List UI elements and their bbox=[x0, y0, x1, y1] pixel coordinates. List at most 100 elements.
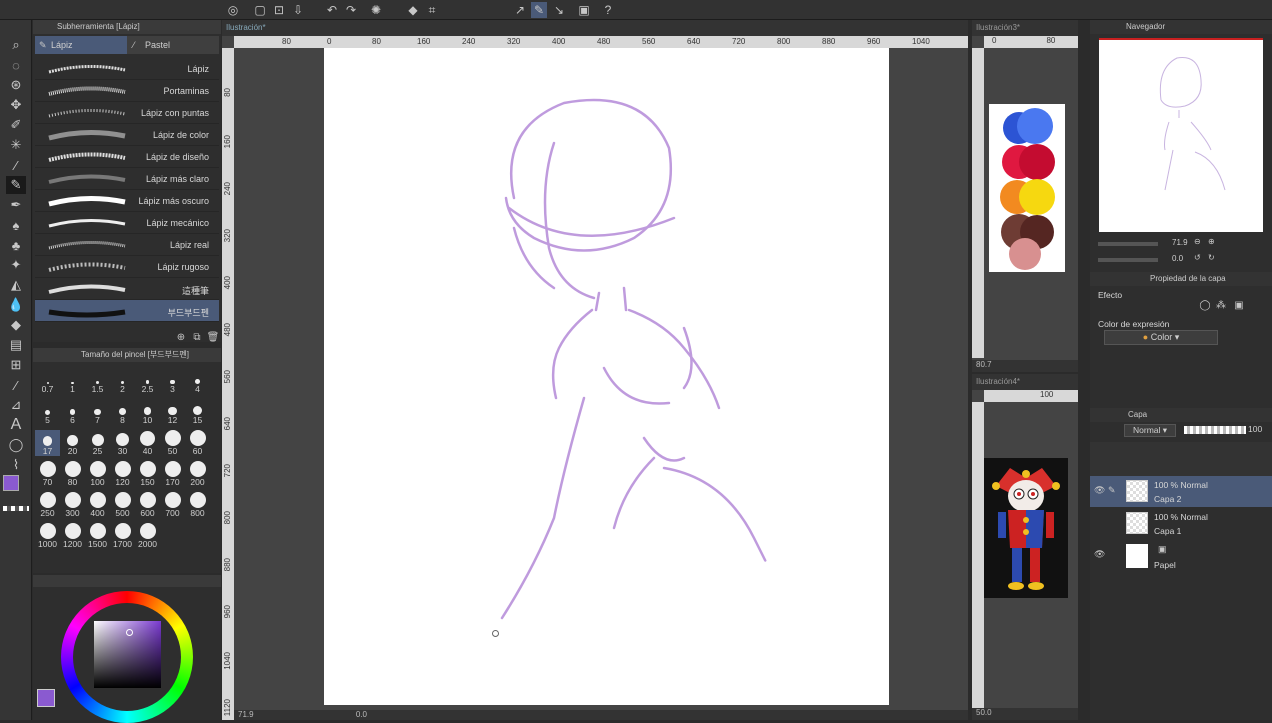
dropper-icon[interactable]: ⁄ bbox=[6, 156, 26, 174]
magic-wand-icon[interactable]: ✳ bbox=[6, 136, 26, 154]
brush-size-option[interactable]: 1500 bbox=[85, 523, 110, 549]
brush-item[interactable]: Lápiz más claro bbox=[35, 168, 219, 190]
tab-lapiz[interactable]: ✎ Lápiz bbox=[35, 36, 127, 54]
transparent-color[interactable] bbox=[3, 506, 29, 511]
delete-icon[interactable]: 🗑 bbox=[207, 332, 220, 343]
zoom-out-icon[interactable]: ⊖ bbox=[1194, 237, 1201, 246]
eyedropper-icon[interactable]: ⊛ bbox=[6, 76, 26, 94]
brush-size-option[interactable]: 50 bbox=[160, 430, 185, 456]
brush-size-option[interactable]: 17 bbox=[35, 430, 60, 456]
redo-icon[interactable]: ↷ bbox=[343, 2, 359, 18]
balloon-icon[interactable]: ◯ bbox=[6, 436, 26, 454]
brush-size-option[interactable]: 4 bbox=[185, 368, 210, 394]
eye-icon[interactable]: 👁 bbox=[1094, 549, 1105, 560]
brush-size-option[interactable]: 400 bbox=[85, 492, 110, 518]
layer-color-icon[interactable]: ▣ bbox=[1232, 300, 1246, 311]
brush-size-option[interactable]: 200 bbox=[185, 461, 210, 487]
brush-size-option[interactable]: 8 bbox=[110, 399, 135, 425]
brush-size-option[interactable]: 250 bbox=[35, 492, 60, 518]
tab-pastel[interactable]: ⁄ Pastel bbox=[129, 36, 219, 54]
brush-size-option[interactable]: 7 bbox=[85, 399, 110, 425]
brush-item[interactable]: Lápiz bbox=[35, 58, 219, 80]
brush-size-option[interactable]: 25 bbox=[85, 430, 110, 456]
brush-size-option[interactable]: 70 bbox=[35, 461, 60, 487]
gradient-icon[interactable]: ▤ bbox=[6, 336, 26, 354]
lasso-icon[interactable]: ◌ bbox=[6, 56, 26, 74]
brush-item[interactable]: Lápiz real bbox=[35, 234, 219, 256]
new-file-icon[interactable]: ▢ bbox=[252, 2, 268, 18]
brush-size-option[interactable]: 12 bbox=[160, 399, 185, 425]
brush-item[interactable]: Lápiz más oscuro bbox=[35, 190, 219, 212]
copy-icon[interactable]: ⧉ bbox=[191, 332, 203, 343]
vector-icon[interactable]: ⊿ bbox=[6, 396, 26, 414]
eraser-icon[interactable]: ◭ bbox=[6, 276, 26, 294]
decoration-icon[interactable]: ✦ bbox=[6, 256, 26, 274]
brush-size-option[interactable]: 1.5 bbox=[85, 368, 110, 394]
brush-size-option[interactable]: 1 bbox=[60, 368, 85, 394]
brush-size-option[interactable]: 10 bbox=[135, 399, 160, 425]
save-icon[interactable]: ⇩ bbox=[290, 2, 306, 18]
frame-icon[interactable]: ⊞ bbox=[6, 356, 26, 374]
brush-size-option[interactable]: 2000 bbox=[135, 523, 160, 549]
drawing-canvas[interactable] bbox=[324, 48, 889, 705]
brush-size-option[interactable]: 1700 bbox=[110, 523, 135, 549]
text-icon[interactable]: A bbox=[6, 416, 26, 434]
line-icon[interactable]: ∕ bbox=[6, 376, 26, 394]
layer-row[interactable]: 👁 ▣ Papel bbox=[1090, 540, 1272, 571]
brush-size-option[interactable]: 500 bbox=[110, 492, 135, 518]
pen-icon[interactable]: ✒ bbox=[6, 196, 26, 214]
brush-size-option[interactable]: 2.5 bbox=[135, 368, 160, 394]
zoom-icon[interactable]: ⌕ bbox=[6, 36, 26, 54]
main-color-swatch[interactable] bbox=[37, 689, 55, 707]
opacity-slider[interactable] bbox=[1184, 426, 1246, 434]
sub2-tab[interactable]: Ilustración4* bbox=[972, 374, 1078, 390]
brush-item[interactable]: Lápiz con puntas bbox=[35, 102, 219, 124]
brush-size-option[interactable]: 3 bbox=[160, 368, 185, 394]
rotate-right-icon[interactable]: ↻ bbox=[1208, 253, 1215, 262]
color-picker-cursor[interactable] bbox=[126, 629, 133, 636]
correct-line-icon[interactable]: ⌇ bbox=[6, 456, 26, 474]
transform-icon[interactable]: ⌗ bbox=[424, 2, 440, 18]
move-icon[interactable]: ✥ bbox=[6, 96, 26, 114]
brush-icon[interactable]: ♠ bbox=[6, 216, 26, 234]
fill-icon[interactable]: ◆ bbox=[405, 2, 421, 18]
zoom-in-icon[interactable]: ⊕ bbox=[1208, 237, 1215, 246]
brush-item[interactable]: Lápiz de diseño bbox=[35, 146, 219, 168]
border-effect-icon[interactable]: ◯ bbox=[1198, 300, 1212, 311]
pencil-icon[interactable]: ✎ bbox=[6, 176, 26, 194]
loading-icon[interactable]: ✺ bbox=[368, 2, 384, 18]
select-icon[interactable]: ↗ bbox=[512, 2, 528, 18]
undo-icon[interactable]: ↶ bbox=[324, 2, 340, 18]
operation-icon[interactable]: ✐ bbox=[6, 116, 26, 134]
brush-size-option[interactable]: 5 bbox=[35, 399, 60, 425]
zoom-slider[interactable] bbox=[1098, 242, 1158, 246]
open-icon[interactable]: ⊡ bbox=[271, 2, 287, 18]
sub1-tab[interactable]: Ilustración3* bbox=[972, 20, 1078, 36]
brush-size-option[interactable]: 20 bbox=[60, 430, 85, 456]
brush-item[interactable]: Lápiz de color bbox=[35, 124, 219, 146]
brush-size-option[interactable]: 2 bbox=[110, 368, 135, 394]
brush-item[interactable]: Portaminas bbox=[35, 80, 219, 102]
brush-size-option[interactable]: 1000 bbox=[35, 523, 60, 549]
brush-size-option[interactable]: 120 bbox=[110, 461, 135, 487]
blend-icon[interactable]: 💧 bbox=[6, 296, 26, 314]
navigator-preview[interactable] bbox=[1099, 38, 1263, 232]
layer-row[interactable]: 👁 ✎ 100 % Normal Capa 2 bbox=[1090, 476, 1272, 507]
brush-size-option[interactable]: 80 bbox=[60, 461, 85, 487]
brush-size-option[interactable]: 700 bbox=[160, 492, 185, 518]
fill-tool-icon[interactable]: ◆ bbox=[6, 316, 26, 334]
brush-size-option[interactable]: 15 bbox=[185, 399, 210, 425]
brush-size-option[interactable]: 100 bbox=[85, 461, 110, 487]
brush-item[interactable]: 這種筆 bbox=[35, 278, 219, 300]
angle-slider[interactable] bbox=[1098, 258, 1158, 262]
brush-size-option[interactable]: 150 bbox=[135, 461, 160, 487]
eye-icon[interactable]: 👁 bbox=[1094, 485, 1105, 496]
brush-size-option[interactable]: 600 bbox=[135, 492, 160, 518]
help-icon[interactable]: ? bbox=[600, 2, 616, 18]
brush-size-option[interactable]: 170 bbox=[160, 461, 185, 487]
expression-color-select[interactable]: ● Color ▾ bbox=[1104, 330, 1218, 345]
layer-row[interactable]: 100 % Normal Capa 1 bbox=[1090, 508, 1272, 539]
brush-size-option[interactable]: 0.7 bbox=[35, 368, 60, 394]
snap-icon[interactable]: ↘ bbox=[551, 2, 567, 18]
layer-icon[interactable]: ▣ bbox=[576, 2, 592, 18]
